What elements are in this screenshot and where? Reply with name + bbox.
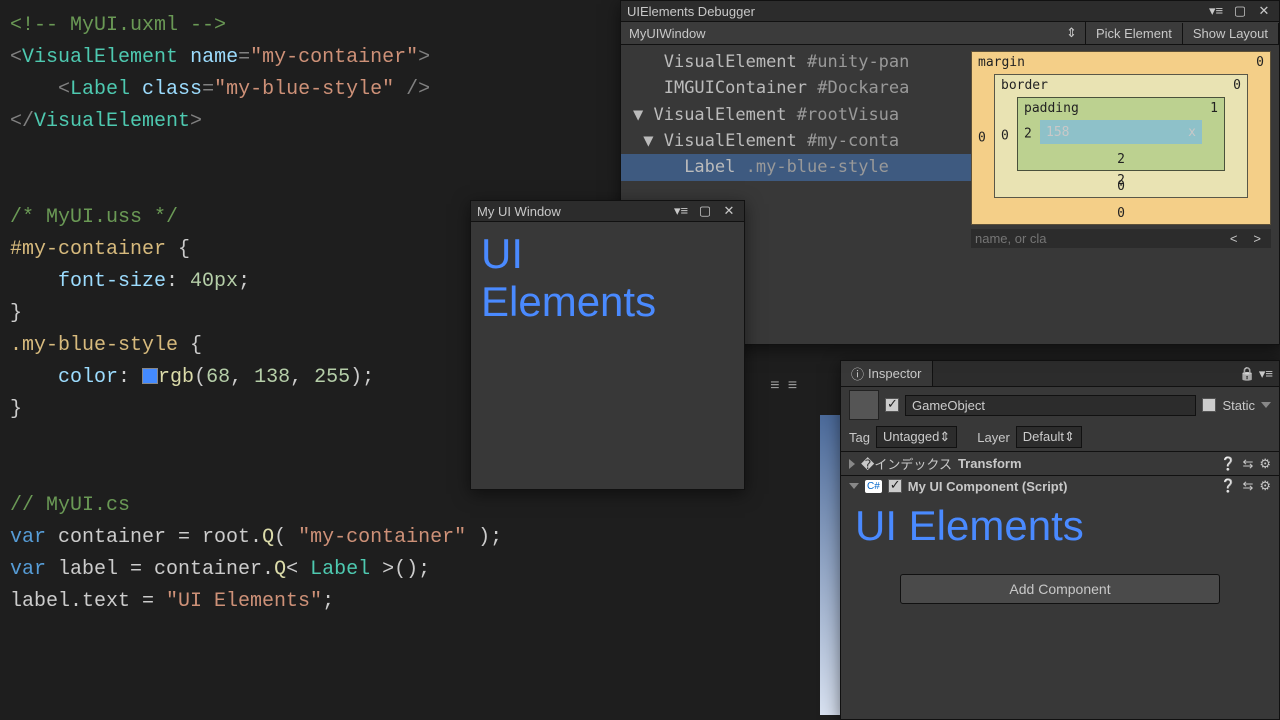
- window-title: UIElements Debugger: [627, 4, 755, 19]
- prev-icon[interactable]: <: [1224, 231, 1244, 246]
- layer-dropdown[interactable]: Default ⇕: [1016, 426, 1082, 448]
- expand-icon[interactable]: [849, 459, 855, 469]
- tag-layer-row: Tag Untagged ⇕ Layer Default ⇕: [841, 423, 1279, 451]
- box-padding: padding 1 2 2 158 x 2: [1017, 97, 1225, 171]
- tab-inspector[interactable]: ⓘ Inspector: [841, 361, 933, 386]
- keyword: var: [10, 526, 46, 549]
- color-swatch-icon: [142, 368, 158, 384]
- gizmo-controls[interactable]: [770, 377, 797, 395]
- target-window-dropdown[interactable]: MyUIWindow ⇕: [621, 22, 1086, 44]
- css-prop: font-size: [10, 270, 166, 293]
- search-input[interactable]: [975, 231, 1220, 246]
- pick-element-button[interactable]: Pick Element: [1086, 23, 1183, 44]
- help-icon[interactable]: [1220, 478, 1236, 494]
- inspector-window[interactable]: ⓘ Inspector ▾≡ GameObject Static Tag Unt…: [840, 360, 1280, 720]
- close-icon[interactable]: ✕: [1255, 3, 1273, 19]
- help-icon[interactable]: [1220, 456, 1236, 472]
- lock-icon[interactable]: ▾≡: [1233, 363, 1279, 385]
- minimize-icon[interactable]: ▢: [696, 203, 714, 219]
- window-title: My UI Window: [477, 204, 561, 219]
- css-prop: color: [10, 366, 118, 389]
- tree-row[interactable]: Label .my-blue-style: [621, 154, 971, 180]
- next-icon[interactable]: >: [1247, 231, 1267, 246]
- box-model-panel: margin 0 0 0 border 0 0 0 padding 1 2 2: [971, 45, 1279, 340]
- menu-icon[interactable]: [770, 377, 780, 395]
- debugger-titlebar[interactable]: UIElements Debugger ▾≡ ▢ ✕: [621, 1, 1279, 22]
- selector: #my-container: [10, 238, 166, 261]
- close-icon[interactable]: ✕: [720, 203, 738, 219]
- layer-label: Layer: [977, 430, 1010, 445]
- tree-row[interactable]: ▼ VisualElement #rootVisua: [621, 102, 971, 128]
- keyword: var: [10, 558, 46, 581]
- preset-icon[interactable]: ⇆: [1242, 456, 1253, 472]
- uxml-comment: <!-- MyUI.uxml -->: [10, 14, 226, 37]
- show-layout-button[interactable]: Show Layout: [1183, 23, 1279, 44]
- selector: .my-blue-style: [10, 334, 178, 357]
- attr: name: [190, 46, 238, 69]
- window-menu-icon[interactable]: ▾≡: [672, 203, 690, 219]
- tree-row[interactable]: IMGUIContainer #Dockarea: [621, 75, 971, 101]
- minimize-icon[interactable]: ▢: [1231, 3, 1249, 19]
- window-menu-icon[interactable]: ▾≡: [1207, 3, 1225, 19]
- tree-row[interactable]: VisualElement #unity-pan: [621, 49, 971, 75]
- css-value: 40px: [190, 270, 238, 293]
- myui-titlebar[interactable]: My UI Window ▾≡ ▢ ✕: [471, 201, 744, 222]
- attr-value: "my-blue-style": [214, 78, 394, 101]
- attr: class: [142, 78, 202, 101]
- attr-value: "my-container": [250, 46, 418, 69]
- my-ui-window[interactable]: My UI Window ▾≡ ▢ ✕ UIElements: [470, 200, 745, 490]
- tag-label: Tag: [849, 430, 870, 445]
- gear-icon[interactable]: [1259, 478, 1271, 494]
- debugger-toolbar: MyUIWindow ⇕ Pick Element Show Layout: [621, 22, 1279, 45]
- active-checkbox[interactable]: [885, 398, 899, 412]
- static-checkbox[interactable]: [1202, 398, 1216, 412]
- box-border: border 0 0 0 padding 1 2 2 158 x: [994, 74, 1248, 198]
- component-transform[interactable]: �インデックス Transform ⇆: [841, 451, 1279, 475]
- static-label: Static: [1222, 398, 1255, 413]
- info-icon: ⓘ: [851, 364, 864, 383]
- transform-icon: �インデックス: [861, 454, 952, 473]
- box-content: 158 x: [1040, 120, 1202, 144]
- component-title: Transform: [958, 456, 1022, 471]
- dropdown-value: MyUIWindow: [629, 26, 706, 41]
- add-component-button[interactable]: Add Component: [900, 574, 1220, 604]
- enable-checkbox[interactable]: [888, 479, 902, 493]
- gameobject-icon[interactable]: [849, 390, 879, 420]
- expand-icon[interactable]: [849, 483, 859, 489]
- menu-icon[interactable]: [788, 377, 798, 395]
- tag: VisualElement: [22, 46, 178, 69]
- gear-icon[interactable]: [1259, 456, 1271, 472]
- cs-comment: // MyUI.cs: [10, 494, 130, 517]
- style-search[interactable]: < >: [971, 229, 1271, 248]
- component-my-ui-script[interactable]: C# My UI Component (Script) ⇆: [841, 475, 1279, 496]
- angle-open: <: [10, 46, 22, 69]
- gameobject-name-field[interactable]: GameObject: [905, 395, 1196, 416]
- inspector-tabbar: ⓘ Inspector ▾≡: [841, 361, 1279, 387]
- tag: Label: [70, 78, 130, 101]
- tree-row[interactable]: ▼ VisualElement #my-conta: [621, 128, 971, 154]
- gameobject-header: GameObject Static: [841, 387, 1279, 423]
- ui-elements-inspector-label: UI Elements: [841, 496, 1279, 556]
- tag-dropdown[interactable]: Untagged ⇕: [876, 426, 957, 448]
- game-view-peek: [820, 415, 840, 715]
- ui-elements-label: UIElements: [481, 230, 734, 327]
- script-icon: C#: [865, 480, 882, 493]
- component-title: My UI Component (Script): [908, 479, 1068, 494]
- chevron-updown-icon: ⇕: [1066, 25, 1077, 41]
- static-dropdown-icon[interactable]: [1261, 402, 1271, 408]
- tag: VisualElement: [34, 110, 190, 133]
- uss-comment: /* MyUI.uss */: [10, 206, 178, 229]
- box-margin: margin 0 0 0 border 0 0 0 padding 1 2 2: [971, 51, 1271, 225]
- preset-icon[interactable]: ⇆: [1242, 478, 1253, 494]
